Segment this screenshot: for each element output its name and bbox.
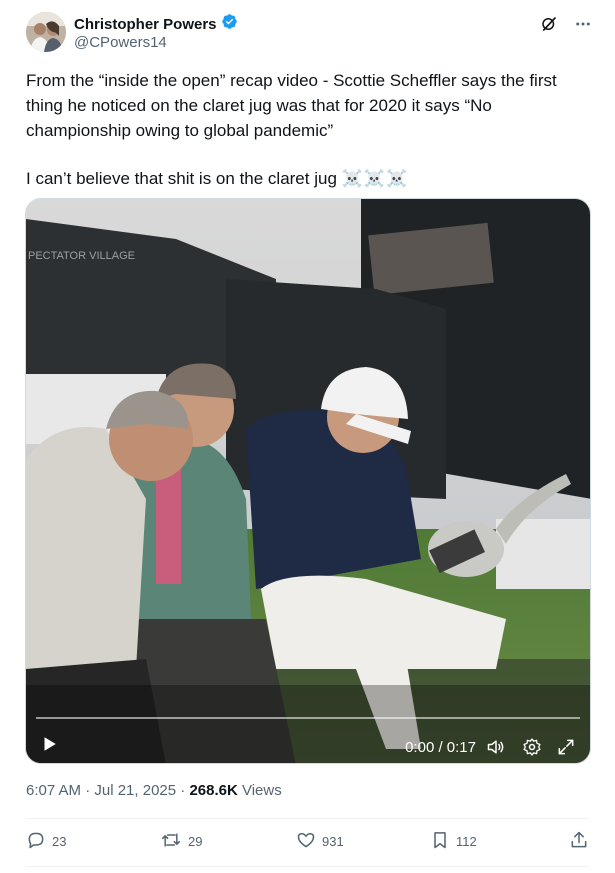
like-button[interactable]: 931 xyxy=(296,830,344,853)
bookmark-button[interactable]: 112 xyxy=(430,830,477,853)
divider-bottom xyxy=(26,866,589,867)
views-label: Views xyxy=(237,782,282,799)
share-icon xyxy=(569,830,589,853)
tweet-header-actions xyxy=(539,14,593,34)
author-handle[interactable]: @CPowers14 xyxy=(74,34,167,51)
tweet-paragraph-1: From the “inside the open” recap video -… xyxy=(26,71,557,140)
play-icon[interactable] xyxy=(40,735,58,758)
bookmark-icon xyxy=(430,830,450,853)
verified-badge-icon xyxy=(221,13,238,35)
tweet-text: From the “inside the open” recap video -… xyxy=(26,68,591,191)
like-count: 931 xyxy=(322,834,344,849)
repost-icon xyxy=(160,830,182,853)
bookmark-count: 112 xyxy=(456,834,477,849)
settings-icon[interactable] xyxy=(522,737,542,762)
tweet-actions: 23 29 931 112 xyxy=(26,830,589,858)
tweet-timestamp[interactable]: 6:07 AM · Jul 21, 2025 · xyxy=(26,782,189,799)
tweet-paragraph-2: I can’t believe that shit is on the clar… xyxy=(26,166,591,191)
more-icon[interactable] xyxy=(573,14,593,34)
volume-icon[interactable] xyxy=(486,737,506,762)
views-count[interactable]: 268.6K xyxy=(189,782,237,799)
share-button[interactable] xyxy=(569,830,589,853)
skull-emoji: ☠️☠️☠️ xyxy=(341,169,409,188)
reply-button[interactable]: 23 xyxy=(26,830,66,853)
video-player[interactable]: PECTATOR VILLAGE 0:00 / 0:17 xyxy=(25,198,591,764)
author-name[interactable]: Christopher Powers xyxy=(74,16,217,33)
video-progress-bar[interactable] xyxy=(36,717,580,719)
video-time: 0:00 / 0:17 xyxy=(405,739,476,756)
reply-icon xyxy=(26,830,46,853)
like-icon xyxy=(296,830,316,853)
repost-button[interactable]: 29 xyxy=(160,830,202,853)
video-controls: 0:00 / 0:17 xyxy=(26,707,590,763)
fullscreen-icon[interactable] xyxy=(556,737,576,762)
tweet: Christopher Powers @CPowers14 From the “… xyxy=(0,0,615,873)
repost-count: 29 xyxy=(188,834,203,849)
tweet-paragraph-2-text: I can’t believe that shit is on the clar… xyxy=(26,169,337,188)
video-frame: PECTATOR VILLAGE xyxy=(26,199,590,763)
sign-left-text: PECTATOR VILLAGE xyxy=(28,250,135,262)
grok-icon[interactable] xyxy=(539,14,559,34)
tweet-meta: 6:07 AM · Jul 21, 2025 · 268.6K Views xyxy=(26,782,282,799)
reply-count: 23 xyxy=(52,834,67,849)
author-name-row: Christopher Powers xyxy=(74,13,238,35)
divider xyxy=(26,818,589,819)
avatar[interactable] xyxy=(26,12,66,52)
